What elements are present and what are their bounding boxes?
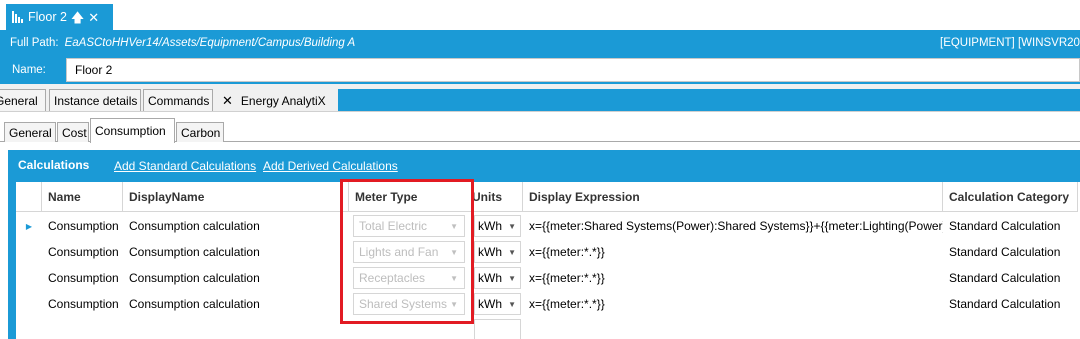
- meter-type-value: Receptacles: [359, 271, 426, 285]
- units-value: kWh: [478, 297, 502, 311]
- cell-display-expression[interactable]: x={{meter:*.*}}: [523, 291, 943, 317]
- equipment-server-label: [EQUIPMENT] [WINSVR201: [940, 37, 1080, 49]
- column-header-calculation-category[interactable]: Calculation Category: [943, 182, 1078, 212]
- close-tab-icon[interactable]: ✕: [222, 93, 233, 109]
- tab-instance-details-label: Instance details: [54, 94, 138, 108]
- calculations-panel: Calculations Add Standard Calculations A…: [8, 150, 1080, 339]
- subtab-consumption[interactable]: Consumption: [90, 118, 175, 143]
- full-path-bar: Full Path: EaASCtoHHVer14/Assets/Equipme…: [0, 30, 1080, 56]
- add-standard-calculations-link[interactable]: Add Standard Calculations: [114, 159, 256, 173]
- meter-type-dropdown[interactable]: Lights and Fan ▼: [353, 241, 465, 263]
- tab-commands-label: Commands: [148, 94, 210, 108]
- units-dropdown[interactable]: kWh ▼: [474, 215, 521, 237]
- full-path-label: Full Path:: [10, 37, 59, 49]
- dropdown-arrow-icon: ▼: [508, 247, 516, 257]
- cell-display-name[interactable]: Consumption calculation: [123, 213, 349, 239]
- calculations-grid: Name DisplayName Meter Type Units Displa…: [16, 182, 1080, 339]
- cell-display-name[interactable]: Consumption calculation: [123, 239, 349, 265]
- document-tab-floor-2[interactable]: Floor 2 🡅 ✕: [6, 4, 113, 30]
- meter-type-dropdown[interactable]: Receptacles ▼: [353, 267, 465, 289]
- dropdown-arrow-icon: ▼: [508, 221, 516, 231]
- cell-name[interactable]: Consumption: [42, 291, 123, 317]
- subtab-carbon-label: Carbon: [181, 125, 221, 140]
- column-header-display-expression[interactable]: Display Expression: [523, 182, 943, 212]
- units-dropdown-partial[interactable]: [474, 319, 521, 339]
- subtab-cost[interactable]: Cost: [57, 122, 89, 142]
- cell-name[interactable]: Consumption: [42, 239, 123, 265]
- tab-energy-analytix[interactable]: ✕ Energy AnalytiX: [214, 89, 338, 111]
- column-header-displayname[interactable]: DisplayName: [123, 182, 349, 212]
- tab-commands[interactable]: Commands: [143, 89, 213, 111]
- tab-general-label: General: [0, 94, 38, 108]
- subtab-general[interactable]: General: [4, 122, 56, 142]
- dropdown-arrow-icon: ▼: [450, 247, 458, 257]
- meter-type-dropdown[interactable]: Total Electric ▼: [353, 215, 465, 237]
- subtab-cost-label: Cost: [62, 125, 87, 140]
- units-dropdown[interactable]: kWh ▼: [474, 293, 521, 315]
- units-dropdown[interactable]: kWh ▼: [474, 241, 521, 263]
- meter-type-value: Total Electric: [359, 219, 428, 233]
- cell-calculation-category[interactable]: Standard Calculation: [943, 213, 1078, 239]
- subtab-general-label: General: [9, 125, 52, 140]
- cell-calculation-category[interactable]: Standard Calculation: [943, 291, 1078, 317]
- subtab-carbon[interactable]: Carbon: [176, 122, 224, 142]
- cell-name[interactable]: Consumption: [42, 213, 123, 239]
- calculations-header: Calculations: [18, 158, 90, 172]
- row-header-corner: [16, 182, 42, 212]
- meter-type-value: Shared Systems: [359, 297, 448, 311]
- pin-up-icon[interactable]: 🡅: [71, 11, 84, 24]
- cell-display-name[interactable]: Consumption calculation: [123, 265, 349, 291]
- grid-icon: [12, 11, 24, 23]
- cell-display-expression[interactable]: x={{meter:*.*}}: [523, 239, 943, 265]
- document-tab-title: Floor 2: [28, 10, 67, 24]
- cell-display-expression[interactable]: x={{meter:Shared Systems(Power):Shared S…: [523, 213, 943, 239]
- meter-type-dropdown[interactable]: Shared Systems ▼: [353, 293, 465, 315]
- name-input-value: Floor 2: [75, 63, 113, 77]
- main-tab-bar: General Instance details Commands ✕ Ener…: [0, 84, 1080, 112]
- units-value: kWh: [478, 245, 502, 259]
- units-dropdown[interactable]: kWh ▼: [474, 267, 521, 289]
- cell-display-expression[interactable]: x={{meter:*.*}}: [523, 265, 943, 291]
- close-icon[interactable]: ✕: [88, 11, 99, 24]
- tab-energy-analytix-label: Energy AnalytiX: [240, 93, 326, 108]
- sub-tab-bar: General Cost Consumption Carbon: [0, 112, 1080, 143]
- dropdown-arrow-icon: ▼: [508, 299, 516, 309]
- column-header-meter-type[interactable]: Meter Type: [349, 182, 472, 212]
- dropdown-arrow-icon: ▼: [508, 273, 516, 283]
- dropdown-arrow-icon: ▼: [450, 221, 458, 231]
- name-bar: Name: Floor 2: [0, 56, 1080, 84]
- cell-calculation-category[interactable]: Standard Calculation: [943, 239, 1078, 265]
- cell-calculation-category[interactable]: Standard Calculation: [943, 265, 1078, 291]
- current-row-indicator-icon: ▶: [25, 221, 33, 231]
- cell-display-name[interactable]: Consumption calculation: [123, 291, 349, 317]
- add-derived-calculations-link[interactable]: Add Derived Calculations: [263, 159, 398, 173]
- full-path-value: EaASCtoHHVer14/Assets/Equipment/Campus/B…: [64, 37, 356, 49]
- tab-instance-details[interactable]: Instance details: [49, 89, 141, 111]
- cell-name[interactable]: Consumption: [42, 265, 123, 291]
- subtab-consumption-label: Consumption: [95, 124, 166, 138]
- name-label: Name:: [12, 64, 46, 76]
- document-tab-strip: Floor 2 🡅 ✕: [0, 0, 1080, 30]
- meter-type-value: Lights and Fan: [359, 245, 439, 259]
- dropdown-arrow-icon: ▼: [450, 273, 458, 283]
- column-header-name[interactable]: Name: [42, 182, 123, 212]
- units-value: kWh: [478, 219, 502, 233]
- tab-bar-fill: [338, 89, 1080, 111]
- name-input[interactable]: Floor 2: [66, 58, 1080, 82]
- dropdown-arrow-icon: ▼: [450, 299, 458, 309]
- tab-general[interactable]: General: [0, 89, 46, 111]
- units-value: kWh: [478, 271, 502, 285]
- column-header-units[interactable]: Units: [472, 182, 523, 212]
